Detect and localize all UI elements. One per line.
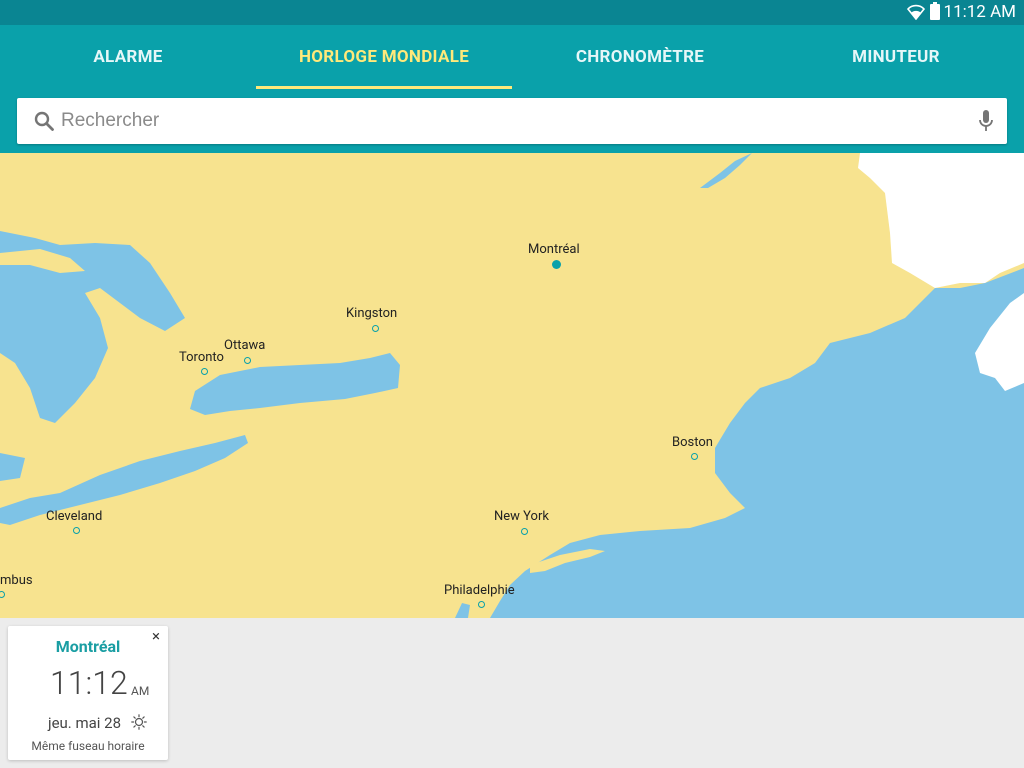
battery-icon: [929, 1, 940, 24]
mic-icon[interactable]: [978, 109, 994, 137]
city-label-toronto[interactable]: Toronto: [179, 350, 224, 365]
tab-horloge-mondiale[interactable]: HORLOGE MONDIALE: [256, 25, 512, 89]
tab-alarme[interactable]: ALARME: [0, 25, 256, 89]
delaware-bay: [455, 603, 470, 618]
status-time: 11:12 AM: [943, 2, 1016, 22]
lake-erie: [0, 435, 248, 525]
card-date: jeu. mai 28: [48, 714, 122, 732]
city-label-ottawa[interactable]: Ottawa: [224, 338, 265, 353]
search-input[interactable]: [61, 98, 961, 144]
city-dot-kingston[interactable]: [372, 325, 379, 332]
status-indicators: 11:12 AM: [906, 1, 1016, 24]
sun-icon: [131, 714, 147, 734]
st-lawrence: [700, 153, 752, 188]
city-label-montreal[interactable]: Montréal: [528, 242, 580, 257]
city-label-columbus[interactable]: mbus: [0, 573, 33, 588]
city-label-kingston[interactable]: Kingston: [346, 306, 397, 321]
map-shapes: [0, 153, 1024, 618]
ice-area: [858, 153, 1024, 288]
city-label-philadelphie[interactable]: Philadelphie: [444, 583, 515, 598]
atlantic-ocean: [490, 268, 1024, 618]
city-dot-philadelphie[interactable]: [478, 601, 485, 608]
world-map[interactable]: Montréal Kingston Ottawa Toronto Boston …: [0, 153, 1024, 618]
city-label-boston[interactable]: Boston: [672, 435, 713, 450]
status-bar: 11:12 AM: [0, 0, 1024, 25]
city-dot-new-york[interactable]: [521, 528, 528, 535]
tab-chronometre[interactable]: CHRONOMÈTRE: [512, 25, 768, 89]
card-time: 11:12: [50, 664, 128, 702]
tab-bar: ALARME HORLOGE MONDIALE CHRONOMÈTRE MINU…: [0, 25, 1024, 89]
city-dot-montreal[interactable]: [552, 260, 561, 269]
card-city-name: Montréal: [55, 637, 121, 656]
card-ampm: AM: [131, 684, 150, 698]
city-dot-boston[interactable]: [691, 453, 698, 460]
wifi-icon: [906, 2, 926, 24]
city-dot-ottawa[interactable]: [244, 357, 251, 364]
lake-st-clair: [0, 453, 25, 481]
world-clock-card[interactable]: × Montréal 11:12 AM jeu. mai 28 Même fus…: [8, 626, 168, 760]
city-label-cleveland[interactable]: Cleveland: [46, 509, 102, 524]
card-timezone-note: Même fuseau horaire: [31, 739, 145, 753]
city-label-new-york[interactable]: New York: [494, 509, 549, 524]
search-box[interactable]: [17, 98, 1007, 144]
search-icon: [34, 111, 54, 135]
city-dot-toronto[interactable]: [201, 368, 208, 375]
city-dot-cleveland[interactable]: [73, 527, 80, 534]
search-area: [0, 89, 1024, 153]
tab-minuteur[interactable]: MINUTEUR: [768, 25, 1024, 89]
